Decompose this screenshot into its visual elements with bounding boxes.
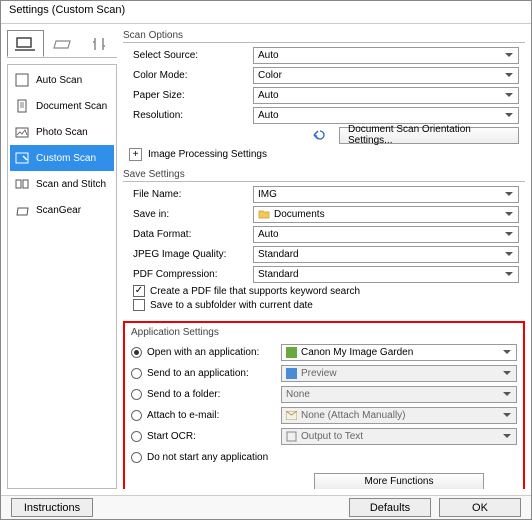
more-functions-button[interactable]: More Functions	[314, 473, 484, 490]
data-format-dropdown[interactable]: Auto	[253, 226, 519, 243]
resolution-label: Resolution:	[123, 110, 253, 121]
start-ocr-label: Start OCR:	[147, 431, 196, 442]
stitch-icon	[14, 176, 30, 192]
do-not-start-radio[interactable]: Do not start any application	[131, 452, 381, 463]
file-name-combo[interactable]: IMG	[253, 186, 519, 203]
window-titlebar: Settings (Custom Scan)	[1, 1, 531, 23]
send-to-app-radio[interactable]: Send to an application:	[131, 368, 281, 379]
jpeg-quality-label: JPEG Image Quality:	[123, 249, 253, 260]
document-scan-icon	[14, 98, 30, 114]
send-to-folder-label: Send to a folder:	[147, 389, 220, 400]
keyword-search-checkbox-row[interactable]: ✓ Create a PDF file that supports keywor…	[133, 285, 525, 297]
checkbox-checked-icon: ✓	[133, 285, 145, 297]
keyword-search-label: Create a PDF file that supports keyword …	[150, 286, 360, 297]
scan-type-list: Auto Scan Document Scan Photo Scan Custo…	[7, 64, 117, 489]
mail-icon	[286, 411, 297, 420]
select-source-label: Select Source:	[123, 50, 253, 61]
color-mode-dropdown[interactable]: Color	[253, 67, 519, 84]
auto-scan-icon	[14, 72, 30, 88]
custom-scan-icon	[14, 150, 30, 166]
save-settings-section: Save Settings File Name: IMG Save in: Do…	[123, 169, 525, 313]
do-not-start-label: Do not start any application	[147, 452, 268, 463]
sidebar-item-scan-stitch[interactable]: Scan and Stitch	[10, 171, 114, 197]
computer-scan-icon	[15, 36, 35, 52]
color-mode-label: Color Mode:	[123, 70, 253, 81]
data-format-label: Data Format:	[123, 229, 253, 240]
scan-options-section: Scan Options Select Source: Auto Color M…	[123, 30, 525, 165]
text-icon	[286, 431, 297, 442]
orientation-settings-button[interactable]: Document Scan Orientation Settings...	[339, 127, 519, 144]
tools-icon	[89, 36, 109, 52]
sidebar-item-label: Custom Scan	[36, 153, 96, 164]
send-to-app-label: Send to an application:	[147, 368, 249, 379]
tab-general-settings[interactable]	[80, 30, 117, 57]
file-name-label: File Name:	[123, 189, 253, 200]
attach-email-radio[interactable]: Attach to e-mail:	[131, 410, 281, 421]
scangear-icon	[14, 202, 30, 218]
photo-scan-icon	[14, 124, 30, 140]
open-with-app-dropdown[interactable]: Canon My Image Garden	[281, 344, 517, 361]
sidebar-item-auto-scan[interactable]: Auto Scan	[10, 67, 114, 93]
application-settings-title: Application Settings	[131, 327, 517, 339]
dialog-footer: Instructions Defaults OK	[1, 495, 531, 519]
image-processing-label: Image Processing Settings	[148, 149, 267, 160]
sidebar-item-label: Auto Scan	[36, 75, 82, 86]
save-settings-title: Save Settings	[123, 169, 525, 182]
paper-size-dropdown[interactable]: Auto	[253, 87, 519, 104]
select-source-dropdown[interactable]: Auto	[253, 47, 519, 64]
sidebar-item-label: Document Scan	[36, 101, 107, 112]
open-with-app-radio[interactable]: Open with an application:	[131, 347, 281, 358]
preview-icon	[286, 368, 297, 379]
checkbox-unchecked-icon	[133, 299, 145, 311]
tab-scan-from-computer[interactable]	[7, 30, 44, 57]
pdf-compression-label: PDF Compression:	[123, 269, 253, 280]
sidebar-item-label: Scan and Stitch	[36, 179, 106, 190]
resolution-dropdown[interactable]: Auto	[253, 107, 519, 124]
app-icon	[286, 347, 297, 358]
scan-options-title: Scan Options	[123, 30, 525, 43]
send-to-folder-radio[interactable]: Send to a folder:	[131, 389, 281, 400]
paper-size-label: Paper Size:	[123, 90, 253, 101]
sidebar-item-scangear[interactable]: ScanGear	[10, 197, 114, 223]
jpeg-quality-dropdown[interactable]: Standard	[253, 246, 519, 263]
attach-email-dropdown[interactable]: None (Attach Manually)	[281, 407, 517, 424]
ok-button[interactable]: OK	[439, 498, 521, 517]
sidebar-item-label: Photo Scan	[36, 127, 88, 138]
instructions-button[interactable]: Instructions	[11, 498, 93, 517]
folder-icon	[258, 209, 270, 219]
sidebar-item-label: ScanGear	[36, 205, 81, 216]
sidebar-item-custom-scan[interactable]: Custom Scan	[10, 145, 114, 171]
send-to-app-dropdown[interactable]: Preview	[281, 365, 517, 382]
start-ocr-radio[interactable]: Start OCR:	[131, 431, 281, 442]
top-tab-strip	[7, 30, 117, 58]
window-title: Settings (Custom Scan)	[9, 4, 125, 16]
plus-icon: +	[129, 148, 142, 161]
subfolder-checkbox-row[interactable]: Save to a subfolder with current date	[133, 299, 525, 311]
sidebar-item-photo-scan[interactable]: Photo Scan	[10, 119, 114, 145]
attach-email-label: Attach to e-mail:	[147, 410, 219, 421]
application-settings-section: Application Settings Open with an applic…	[123, 321, 525, 489]
save-in-dropdown[interactable]: Documents	[253, 206, 519, 223]
image-processing-expander[interactable]: + Image Processing Settings	[129, 148, 525, 161]
subfolder-label: Save to a subfolder with current date	[150, 300, 313, 311]
save-in-label: Save in:	[123, 209, 253, 220]
start-ocr-dropdown[interactable]: Output to Text	[281, 428, 517, 445]
send-to-folder-dropdown[interactable]: None	[281, 386, 517, 403]
pdf-compression-dropdown[interactable]: Standard	[253, 266, 519, 283]
open-with-app-label: Open with an application:	[147, 347, 259, 358]
restore-default-icon[interactable]	[311, 128, 329, 142]
scanner-panel-icon	[52, 36, 72, 52]
defaults-button[interactable]: Defaults	[349, 498, 431, 517]
tab-scan-from-panel[interactable]	[44, 30, 81, 57]
sidebar-item-document-scan[interactable]: Document Scan	[10, 93, 114, 119]
